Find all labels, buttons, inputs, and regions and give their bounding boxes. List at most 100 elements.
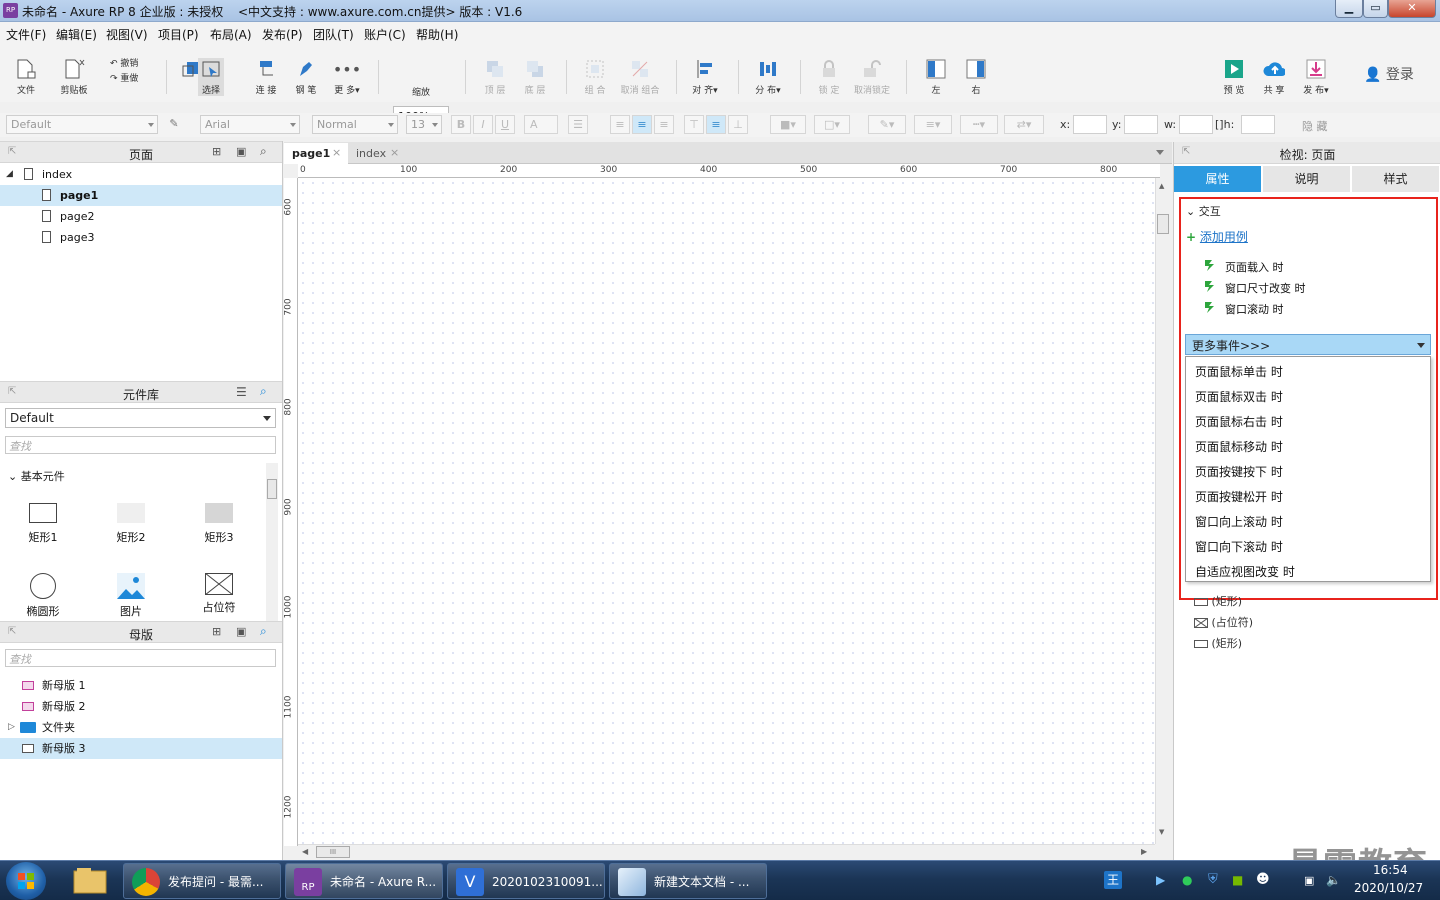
taskbar-item-document[interactable]: V 2020102310091... xyxy=(447,863,605,899)
canvas-horizontal-scrollbar[interactable]: ◀ III ▶ xyxy=(298,844,1155,860)
tab-page1[interactable]: page1 × xyxy=(284,143,348,164)
widget-image[interactable]: 图片 xyxy=(96,573,166,619)
tray-network-icon[interactable]: ▣ xyxy=(1304,874,1314,887)
clock-date[interactable]: 2020/10/27 xyxy=(1354,881,1423,895)
master-item[interactable]: 新母版 3 xyxy=(0,738,282,759)
add-folder-icon[interactable]: ▣ xyxy=(236,145,246,158)
share-button[interactable]: 共 享 xyxy=(1259,58,1289,96)
bold-button[interactable]: B xyxy=(451,115,471,134)
scrollbar-thumb[interactable] xyxy=(1157,214,1169,234)
tray-qq-icon[interactable]: ☻ xyxy=(1256,872,1270,887)
event-page-load[interactable]: 页面载入 时 xyxy=(1225,259,1284,275)
font-family-select[interactable]: Arial xyxy=(200,115,300,134)
align-center-text-icon[interactable]: ≡ xyxy=(632,115,652,134)
library-select[interactable]: Default xyxy=(5,408,276,428)
minimize-button[interactable]: ▁ xyxy=(1335,0,1363,18)
maximize-button[interactable]: ▭ xyxy=(1363,0,1388,18)
right-panel-toggle[interactable]: 右 xyxy=(962,58,990,96)
taskbar-item-axure[interactable]: RP 未命名 - Axure R... xyxy=(285,863,443,899)
menu-lines-icon[interactable]: ☰ xyxy=(236,385,247,399)
explorer-taskbar-button[interactable] xyxy=(62,863,117,899)
menu-file[interactable]: 文件(F) xyxy=(6,26,46,43)
widget-ellipse[interactable]: 椭圆形 xyxy=(8,573,78,619)
dropdown-option[interactable]: 页面按键松开 时 xyxy=(1195,488,1283,505)
menu-edit[interactable]: 编辑(E) xyxy=(56,26,97,43)
clock-time[interactable]: 16:54 xyxy=(1373,863,1408,877)
add-master-icon[interactable]: ⊞ xyxy=(212,625,221,638)
event-window-scroll[interactable]: 窗口滚动 时 xyxy=(1225,301,1284,317)
expand-triangle-icon[interactable]: ▷ xyxy=(8,717,15,738)
bullet-list-icon[interactable]: ☰ xyxy=(568,115,588,134)
menu-account[interactable]: 账户(C) xyxy=(364,26,406,43)
style-editor-icon[interactable]: ✎ xyxy=(164,115,184,134)
menu-team[interactable]: 团队(T) xyxy=(313,26,354,43)
menu-help[interactable]: 帮助(H) xyxy=(416,26,458,43)
select-button[interactable]: 选择 xyxy=(198,58,224,96)
scrollbar-thumb[interactable]: III xyxy=(316,846,350,858)
menu-project[interactable]: 项目(P) xyxy=(158,26,199,43)
pen-button[interactable]: 钢 笔 xyxy=(292,58,320,96)
search-icon[interactable]: ⌕ xyxy=(260,144,267,159)
tab-index[interactable]: index × xyxy=(348,143,404,164)
design-canvas[interactable] xyxy=(298,178,1155,844)
send-to-back-button[interactable]: 底 层 xyxy=(520,58,550,96)
redo-button[interactable]: ↷ 重做 xyxy=(110,71,150,84)
add-page-icon[interactable]: ⊞ xyxy=(212,145,221,158)
left-panel-toggle[interactable]: 左 xyxy=(922,58,950,96)
outline-item[interactable]: (矩形) xyxy=(1194,635,1242,651)
dropdown-option[interactable]: 页面按键按下 时 xyxy=(1195,463,1283,480)
basic-widgets-section[interactable]: ⌄ 基本元件 xyxy=(8,468,65,484)
tab-list-chevron-icon[interactable] xyxy=(1156,150,1164,155)
menu-layout[interactable]: 布局(A) xyxy=(210,26,252,43)
scroll-up-icon[interactable]: ▲ xyxy=(1159,182,1164,190)
dropdown-option[interactable]: 窗口向下滚动 时 xyxy=(1195,538,1283,555)
outline-item[interactable]: (矩形) xyxy=(1194,593,1242,609)
masters-search-input[interactable]: 查找 xyxy=(5,649,276,667)
dropdown-option[interactable]: 页面鼠标双击 时 xyxy=(1195,388,1283,405)
h-input[interactable] xyxy=(1241,115,1275,134)
unlock-button[interactable]: 取消锁定 xyxy=(852,58,892,96)
group-button[interactable]: 组 合 xyxy=(580,58,610,96)
y-input[interactable] xyxy=(1124,115,1158,134)
tray-wechat-icon[interactable]: ● xyxy=(1182,873,1192,887)
scroll-down-icon[interactable]: ▼ xyxy=(1159,828,1164,836)
library-search-input[interactable]: 查找 xyxy=(5,436,276,454)
distribute-button[interactable]: 分 布▾ xyxy=(750,58,786,96)
underline-button[interactable]: U xyxy=(495,115,515,134)
search-icon[interactable]: ⌕ xyxy=(260,384,267,399)
outline-item[interactable]: (占位符) xyxy=(1193,614,1253,630)
tray-shield-icon[interactable]: ⛨ xyxy=(1208,872,1218,887)
tab-properties[interactable]: 属性 xyxy=(1174,166,1262,192)
canvas-vertical-scrollbar[interactable]: ▲ ▼ xyxy=(1155,178,1170,844)
master-item[interactable]: 新母版 1 xyxy=(0,675,282,696)
page-tree-item[interactable]: page2 xyxy=(0,206,282,227)
more-button[interactable]: ••• 更 多▾ xyxy=(330,58,364,97)
close-tab-icon[interactable]: × xyxy=(390,146,399,159)
library-scrollbar[interactable] xyxy=(266,463,278,621)
widget-rectangle1[interactable]: 矩形1 xyxy=(8,503,78,545)
arrow-style-icon[interactable]: ⇄▾ xyxy=(1004,115,1044,134)
menu-publish[interactable]: 发布(P) xyxy=(262,26,303,43)
dropdown-option[interactable]: 窗口向上滚动 时 xyxy=(1195,513,1283,530)
ungroup-button[interactable]: 取消 组合 xyxy=(618,58,662,96)
align-button[interactable]: 对 齐▾ xyxy=(688,58,722,96)
bring-to-front-button[interactable]: 顶 层 xyxy=(480,58,510,96)
tray-nvidia-icon[interactable]: ■ xyxy=(1232,873,1243,887)
preview-button[interactable]: 预 览 xyxy=(1220,58,1248,96)
widget-rectangle2[interactable]: 矩形2 xyxy=(96,503,166,545)
page-tree-root[interactable]: ◢ index xyxy=(0,164,282,185)
undo-button[interactable]: ↶ 撤销 xyxy=(110,56,150,69)
ime-indicator[interactable]: 王 xyxy=(1104,871,1122,889)
tray-player-icon[interactable]: ▶ xyxy=(1156,873,1165,887)
font-size-select[interactable]: 13 xyxy=(406,115,442,134)
search-icon[interactable]: ⌕ xyxy=(260,624,267,639)
close-tab-icon[interactable]: × xyxy=(332,146,341,159)
collapse-triangle-icon[interactable]: ◢ xyxy=(6,164,13,185)
style-select[interactable]: Default xyxy=(6,115,158,134)
taskbar-item-notepad[interactable]: 新建文本文档 - ... xyxy=(609,863,767,899)
shadow-icon[interactable]: □▾ xyxy=(814,115,850,134)
line-style-icon[interactable]: ┅▾ xyxy=(960,115,998,134)
add-case-link[interactable]: + 添加用例 xyxy=(1186,228,1248,245)
font-weight-select[interactable]: Normal xyxy=(312,115,398,134)
line-color-icon[interactable]: ✎▾ xyxy=(868,115,906,134)
